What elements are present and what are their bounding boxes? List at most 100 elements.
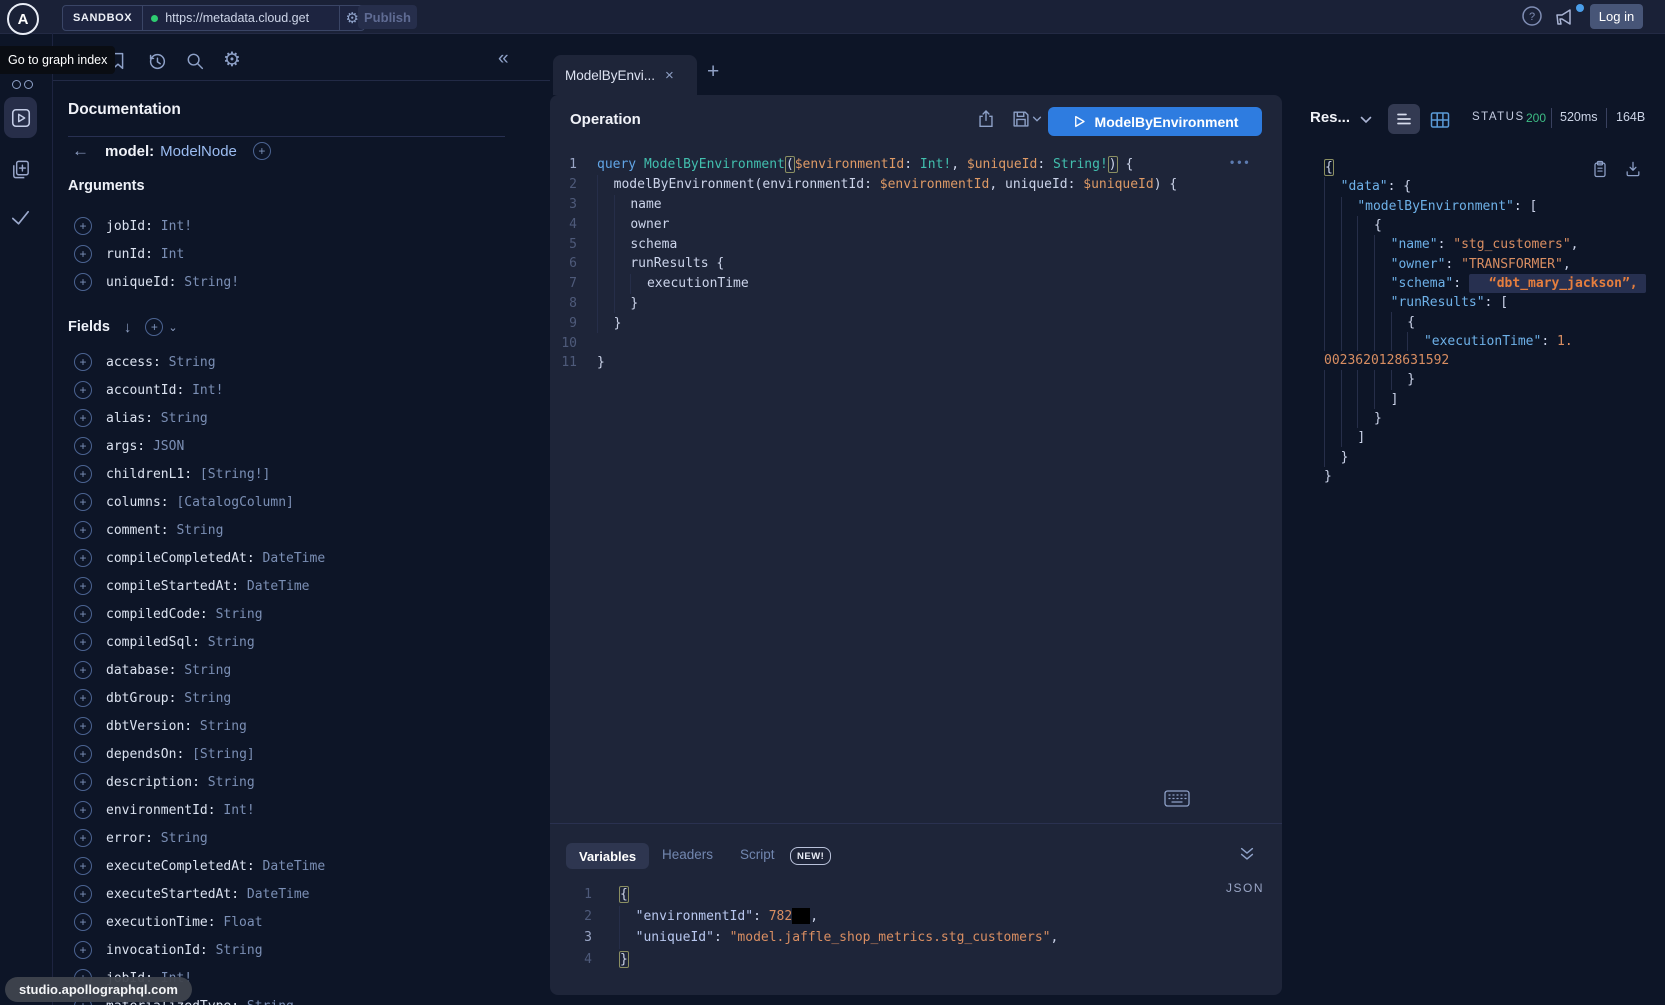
tab-headers[interactable]: Headers (662, 847, 713, 862)
add-to-query-button[interactable] (74, 661, 92, 679)
add-to-query-button[interactable] (74, 353, 92, 371)
field-signature[interactable]: access: String (106, 355, 216, 370)
tab-script[interactable]: Script (740, 847, 775, 862)
sidebar-item-collections[interactable] (9, 158, 32, 181)
sort-descending-icon[interactable]: ↓ (124, 319, 132, 336)
field-signature[interactable]: compileStartedAt: DateTime (106, 579, 310, 594)
field-signature[interactable]: compileCompletedAt: DateTime (106, 551, 325, 566)
variables-editor[interactable]: 1{2"environmentId": 782,3"uniqueId": "mo… (550, 884, 1058, 970)
field-signature[interactable]: comment: String (106, 523, 223, 538)
add-to-query-button[interactable] (74, 829, 92, 847)
add-to-query-button[interactable] (74, 885, 92, 903)
add-to-query-button[interactable] (74, 245, 92, 263)
response-table-view-button[interactable] (1428, 108, 1452, 132)
history-button[interactable] (146, 50, 168, 72)
add-to-query-button[interactable] (74, 521, 92, 539)
add-to-query-button[interactable] (74, 493, 92, 511)
announcements-button[interactable] (1554, 6, 1578, 28)
code-line: } (1324, 370, 1646, 389)
field-signature[interactable]: compiledSql: String (106, 635, 255, 650)
help-button[interactable]: ? (1521, 5, 1543, 27)
add-to-query-button[interactable] (74, 437, 92, 455)
add-to-query-button[interactable] (74, 217, 92, 235)
field-type-link[interactable]: ModelNode (160, 143, 237, 160)
close-tab-icon[interactable]: × (665, 67, 674, 84)
add-to-query-button[interactable] (74, 577, 92, 595)
collapse-variables-button[interactable] (1238, 845, 1258, 865)
back-arrow-icon[interactable]: ← (72, 141, 88, 161)
add-to-query-button[interactable] (74, 745, 92, 763)
operation-editor[interactable]: 1query ModelByEnvironment($environmentId… (550, 155, 1177, 373)
response-json-view-button[interactable] (1388, 104, 1420, 134)
field-signature[interactable]: alias: String (106, 411, 208, 426)
indent-guide (1324, 293, 1341, 312)
code-line: 2"environmentId": 782, (550, 906, 1058, 928)
share-operation-button[interactable] (975, 108, 997, 130)
field-signature[interactable]: runId: Int (106, 247, 184, 262)
code-token: , uniqueId: (989, 177, 1083, 192)
field-signature[interactable]: dbtGroup: String (106, 691, 231, 706)
add-to-query-button[interactable] (74, 465, 92, 483)
sidebar-item-checks[interactable] (9, 206, 32, 229)
field-signature[interactable]: dbtVersion: String (106, 719, 247, 734)
field-signature[interactable]: executionTime: Float (106, 915, 263, 930)
apollo-logo[interactable]: A (7, 3, 39, 35)
field-signature[interactable]: description: String (106, 775, 255, 790)
indent-guide (1324, 235, 1341, 254)
add-to-query-button[interactable] (74, 605, 92, 623)
save-options-chevron[interactable] (1031, 113, 1043, 125)
add-to-query-button[interactable] (74, 549, 92, 567)
add-to-query-button[interactable] (74, 409, 92, 427)
field-signature[interactable]: invocationId: String (106, 943, 263, 958)
field-signature[interactable]: childrenL1: [String!] (106, 467, 270, 482)
field-signature[interactable]: accountId: Int! (106, 383, 223, 398)
keyboard-shortcuts-button[interactable] (1164, 790, 1190, 807)
field-signature[interactable]: compiledCode: String (106, 607, 263, 622)
publish-button[interactable]: Publish (358, 5, 417, 29)
search-button[interactable] (184, 50, 206, 72)
add-to-query-button[interactable] (74, 801, 92, 819)
add-to-query-button[interactable] (74, 857, 92, 875)
indent-guide (1374, 390, 1391, 409)
field-signature[interactable]: error: String (106, 831, 208, 846)
editor-options-menu[interactable]: ••• (1230, 155, 1252, 169)
login-button[interactable]: Log in (1590, 4, 1643, 29)
add-to-query-button[interactable] (74, 941, 92, 959)
fields-list: access: String accountId: Int! alias: Stri… (74, 348, 325, 1005)
field-signature[interactable]: database: String (106, 663, 231, 678)
field-signature[interactable]: jobId: Int! (106, 219, 192, 234)
code-token: : [ (1485, 295, 1508, 310)
add-to-query-button[interactable] (74, 773, 92, 791)
field-signature[interactable]: args: JSON (106, 439, 184, 454)
response-body[interactable]: {"data": {"modelByEnvironment": [{"name"… (1324, 158, 1646, 486)
sidebar-item-explorer[interactable] (4, 97, 37, 138)
collapse-panel-button[interactable]: « (498, 48, 509, 70)
add-to-query-button[interactable] (74, 913, 92, 931)
add-to-query-button[interactable] (74, 633, 92, 651)
tab-variables[interactable]: Variables (566, 843, 649, 869)
add-to-query-button[interactable] (74, 689, 92, 707)
code-token: "owner" (1391, 257, 1446, 272)
add-to-query-button[interactable] (74, 717, 92, 735)
operation-tab[interactable]: ModelByEnvi... × (553, 55, 697, 95)
add-to-query-button[interactable] (74, 273, 92, 291)
keyboard-icon (1164, 790, 1190, 807)
field-signature[interactable]: executeCompletedAt: DateTime (106, 859, 325, 874)
schema-field-row: dependsOn: [String] (74, 740, 325, 768)
response-dropdown-button[interactable] (1358, 112, 1374, 128)
graph-index-icon[interactable] (12, 80, 33, 89)
field-signature[interactable]: dependsOn: [String] (106, 747, 255, 762)
add-field-button[interactable] (253, 142, 271, 160)
endpoint-url-field[interactable]: https://metadata.cloud.get (143, 6, 339, 30)
add-tab-button[interactable]: + (707, 60, 719, 84)
run-operation-button[interactable]: ModelByEnvironment (1048, 107, 1262, 136)
field-signature[interactable]: uniqueId: String! (106, 275, 239, 290)
add-to-query-button[interactable] (74, 381, 92, 399)
field-signature[interactable]: environmentId: Int! (106, 803, 255, 818)
field-signature[interactable]: executeStartedAt: DateTime (106, 887, 310, 902)
add-all-fields-button[interactable]: ⌄ (145, 318, 177, 336)
field-name[interactable]: model: (105, 143, 154, 160)
explorer-settings-button[interactable]: ⚙ (223, 47, 245, 69)
field-signature[interactable]: columns: [CatalogColumn] (106, 495, 294, 510)
save-operation-button[interactable] (1010, 108, 1032, 130)
